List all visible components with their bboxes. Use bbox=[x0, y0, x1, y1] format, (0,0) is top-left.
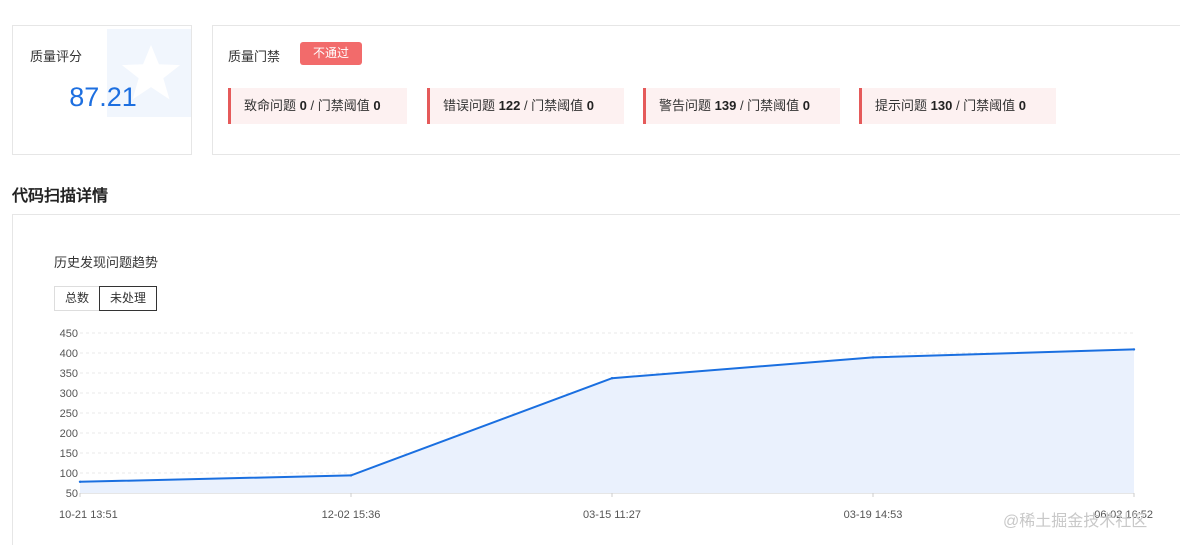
y-tick-label: 150 bbox=[60, 448, 78, 460]
y-tick-label: 300 bbox=[60, 388, 78, 400]
issue-error-label: 错误问题 bbox=[443, 98, 499, 113]
issue-hint-threshold: 0 bbox=[1018, 98, 1027, 113]
watermark: @稀土掘金技术社区 bbox=[1003, 513, 1148, 530]
trend-chart-card: 历史发现问题趋势 总数 未处理 50 100 150 200 250 300 350 400 4… bbox=[12, 214, 1180, 545]
data-point bbox=[78, 480, 82, 483]
y-tick-label: 450 bbox=[60, 328, 78, 340]
y-tick-label: 200 bbox=[60, 428, 78, 440]
issue-fatal-sep: / 门禁阈值 bbox=[306, 98, 374, 113]
quality-score-label: 质量评分 bbox=[30, 49, 83, 64]
section-title: 代码扫描详情 bbox=[12, 188, 109, 205]
issue-error: 错误问题 122 / 门禁阈值 0 bbox=[427, 88, 624, 124]
issue-fatal: 致命问题 0 / 门禁阈值 0 bbox=[228, 88, 407, 124]
issue-warning-sep: / 门禁阈值 bbox=[736, 98, 803, 113]
quality-gate-card: 质量门禁 不通过 致命问题 0 / 门禁阈值 0 错误问题 122 / 门禁阈值… bbox=[212, 25, 1180, 155]
issue-fatal-count: 0 bbox=[299, 98, 307, 113]
y-tick-label: 400 bbox=[60, 348, 78, 360]
issue-fatal-threshold: 0 bbox=[373, 98, 381, 113]
issue-hint-sep: / 门禁阈值 bbox=[952, 98, 1019, 113]
issue-warning-count: 139 bbox=[714, 98, 737, 113]
y-tick-label: 50 bbox=[66, 488, 78, 500]
issue-error-sep: / 门禁阈值 bbox=[520, 98, 587, 113]
issue-warning: 警告问题 139 / 门禁阈值 0 bbox=[643, 88, 840, 124]
issue-hint: 提示问题 130 / 门禁阈值 0 bbox=[859, 88, 1056, 124]
x-tick-label: 10-21 13:51 bbox=[59, 509, 118, 521]
data-point bbox=[610, 377, 614, 380]
quality-gate-label: 质量门禁 bbox=[228, 49, 281, 64]
data-point bbox=[349, 474, 353, 477]
x-tick-label: 12-02 15:36 bbox=[322, 509, 381, 521]
issue-error-threshold: 0 bbox=[586, 98, 595, 113]
series-area bbox=[80, 349, 1134, 493]
data-point bbox=[871, 356, 875, 359]
quality-score-value: 87.21 bbox=[69, 82, 137, 112]
y-tick-label: 100 bbox=[60, 468, 78, 480]
x-tick-label: 03-19 14:53 bbox=[844, 509, 903, 521]
y-tick-label: 350 bbox=[60, 368, 78, 380]
gate-status-badge: 不通过 bbox=[300, 42, 362, 65]
issue-warning-threshold: 0 bbox=[802, 98, 811, 113]
trend-chart: 50 100 150 200 250 300 350 400 450 10-21 13:51 12-… bbox=[59, 328, 1153, 521]
data-point bbox=[1132, 348, 1136, 351]
issue-error-count: 122 bbox=[498, 98, 521, 113]
issue-hint-count: 130 bbox=[930, 98, 953, 113]
issue-hint-label: 提示问题 bbox=[875, 98, 931, 113]
quality-score-card: 质量评分 87.21 bbox=[12, 25, 192, 155]
x-tick-label: 03-15 11:27 bbox=[583, 509, 641, 521]
issue-fatal-label: 致命问题 bbox=[244, 98, 300, 113]
y-tick-label: 250 bbox=[60, 408, 78, 420]
issue-warning-label: 警告问题 bbox=[659, 98, 715, 113]
